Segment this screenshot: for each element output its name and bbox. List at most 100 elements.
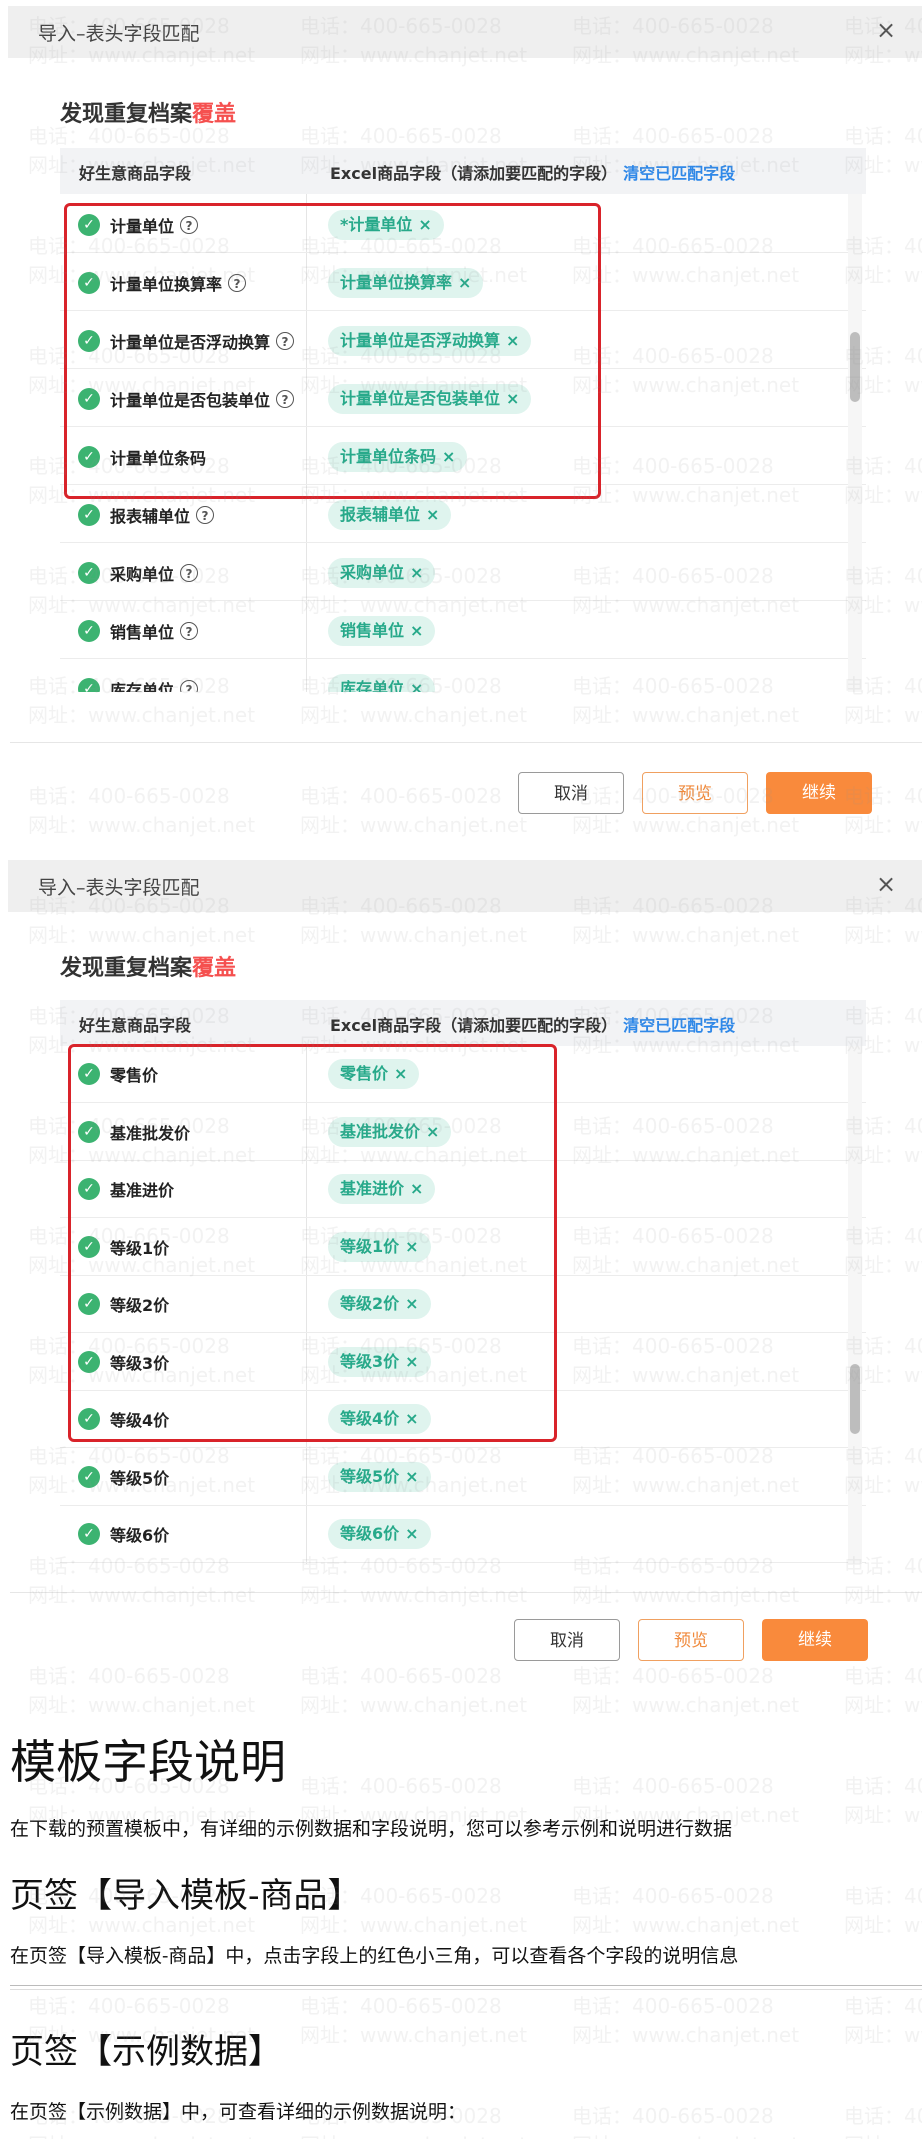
field-cell: ✓ 等级5价	[78, 1465, 169, 1489]
watermark-site: 网址：www.chanjet.net	[844, 2023, 922, 2047]
column-header-system-field: 好生意商品字段	[79, 1016, 192, 1035]
watermark-text: 电话：400-665-0028 网址：www.chanjet.net	[572, 1992, 799, 2050]
import-dialog-units: 导入–表头字段匹配 × 发现重复档案覆盖 好生意商品字段 Excel商品字段（请…	[0, 0, 922, 814]
doc-paragraph-sample: 在页签【示例数据】中，可查看详细的示例数据说明：	[10, 2101, 467, 2123]
check-circle-icon: ✓	[78, 562, 100, 584]
cancel-button[interactable]: 取消	[518, 772, 624, 814]
matched-field-tag: 等级5价 ×	[328, 1461, 431, 1492]
watermark-phone: 电话：400-665-0028	[844, 1774, 922, 1798]
preview-button[interactable]: 预览	[638, 1619, 744, 1661]
help-icon[interactable]: ?	[180, 680, 199, 692]
remove-tag-icon[interactable]: ×	[426, 505, 439, 524]
scrollbar[interactable]	[848, 194, 862, 692]
check-circle-icon: ✓	[78, 504, 100, 526]
doc-subheading-template: 页签【导入模板-商品】	[10, 1876, 362, 1916]
matched-field-tag: 销售单位 ×	[328, 616, 436, 646]
table-header: 好生意商品字段 Excel商品字段（请添加要匹配的字段） 清空已匹配字段	[60, 1000, 866, 1046]
scrollbar[interactable]	[848, 1046, 862, 1564]
column-header-excel-label: Excel商品字段（请添加要匹配的字段）	[330, 1016, 618, 1035]
watermark-site: 网址：www.chanjet.net	[300, 1693, 528, 1717]
watermark-text: 电话：400-665-0028 网址：www.chanjet.net	[844, 1882, 922, 1940]
doc-heading: 模板字段说明	[10, 1735, 286, 1789]
scrollbar-thumb[interactable]	[850, 332, 860, 402]
clear-matched-link[interactable]: 清空已匹配字段	[623, 164, 735, 183]
table-row: ✓ 等级5价 等级5价 ×	[60, 1449, 866, 1506]
watermark-phone: 电话：400-665-0028	[300, 1774, 502, 1798]
watermark-site: 网址：www.chanjet.net	[28, 1693, 256, 1717]
column-header-system-field: 好生意商品字段	[79, 164, 192, 183]
watermark-site: 网址：www.chanjet.net	[572, 1693, 800, 1717]
continue-button[interactable]: 继续	[762, 1619, 868, 1661]
watermark-phone: 电话：400-665-0028	[28, 784, 230, 808]
check-circle-icon: ✓	[78, 1465, 100, 1488]
table-row: ✓ 销售单位? 销售单位 ×	[60, 604, 866, 659]
dialog-subtitle: 发现重复档案覆盖	[60, 950, 236, 982]
watermark-site: 网址：www.chanjet.net	[572, 1913, 800, 1937]
highlight-box	[64, 203, 601, 499]
import-dialog-prices: 导入–表头字段匹配 × 发现重复档案覆盖 好生意商品字段 Excel商品字段（请…	[0, 860, 922, 1690]
watermark-phone: 电话：400-665-0028	[572, 2104, 774, 2128]
table-row: ✓ 库存单位? 库存单位 ×	[60, 662, 866, 692]
table-row: ✓ 等级6价 等级6价 ×	[60, 1506, 866, 1563]
close-icon[interactable]: ×	[872, 870, 900, 898]
watermark-text: 电话：400-665-0028 网址：www.chanjet.net	[844, 2102, 922, 2139]
highlight-box	[68, 1044, 557, 1442]
help-icon[interactable]: ?	[180, 564, 199, 582]
field-cell: ✓ 等级6价	[78, 1522, 169, 1546]
clear-matched-link[interactable]: 清空已匹配字段	[623, 1016, 735, 1035]
subtitle-highlight: 覆盖	[192, 956, 237, 981]
matched-field-tag: 等级6价 ×	[328, 1519, 431, 1549]
dialog-title: 导入–表头字段匹配	[38, 23, 200, 45]
watermark-site: 网址：www.chanjet.net	[844, 1693, 922, 1717]
watermark-site: 网址：www.chanjet.net	[844, 1913, 922, 1937]
close-icon[interactable]: ×	[872, 16, 900, 44]
subtitle-text: 发现重复档案	[60, 956, 193, 981]
dialog-title: 导入–表头字段匹配	[38, 877, 200, 899]
help-icon[interactable]: ?	[180, 622, 199, 640]
remove-tag-icon[interactable]: ×	[410, 621, 423, 640]
watermark-site: 网址：www.chanjet.net	[844, 1803, 922, 1827]
subtitle-text: 发现重复档案	[60, 102, 193, 127]
tag-label: 销售单位	[340, 621, 405, 640]
watermark-site: 网址：www.chanjet.net	[572, 2131, 799, 2139]
dialog-header: 导入–表头字段匹配 ×	[8, 860, 922, 912]
watermark-site: 网址：www.chanjet.net	[300, 2131, 527, 2139]
field-cell: ✓ 报表辅单位?	[78, 503, 215, 527]
field-cell: ✓ 库存单位?	[78, 677, 199, 692]
watermark-site: 网址：www.chanjet.net	[300, 2023, 528, 2047]
remove-tag-icon[interactable]: ×	[410, 563, 423, 582]
watermark-phone: 电话：400-665-0028	[572, 1994, 774, 2018]
watermark-phone: 电话：400-665-0028	[572, 1884, 774, 1908]
watermark-site: 网址：www.chanjet.net	[28, 813, 256, 837]
watermark-site: 网址：www.chanjet.net	[28, 2131, 255, 2139]
check-circle-icon: ✓	[78, 678, 100, 692]
preview-button[interactable]: 预览	[642, 772, 748, 814]
table-row: ✓ 采购单位? 采购单位 ×	[60, 546, 866, 601]
continue-button[interactable]: 继续	[766, 772, 872, 814]
watermark-phone: 电话：400-665-0028	[844, 2104, 922, 2128]
cancel-button[interactable]: 取消	[514, 1619, 620, 1661]
tag-label: 采购单位	[340, 563, 405, 582]
watermark-text: 电话：400-665-0028 网址：www.chanjet.net	[572, 1882, 799, 1940]
watermark-phone: 电话：400-665-0028	[844, 1994, 922, 2018]
watermark-phone: 电话：400-665-0028	[844, 1884, 922, 1908]
remove-tag-icon[interactable]: ×	[405, 1467, 418, 1486]
help-icon[interactable]: ?	[196, 506, 215, 524]
field-name: 销售单位	[110, 623, 175, 642]
doc-subheading-sample: 页签【示例数据】	[10, 2032, 282, 2072]
watermark-site: 网址：www.chanjet.net	[844, 2131, 922, 2139]
watermark-site: 网址：www.chanjet.net	[844, 813, 922, 837]
subtitle-highlight: 覆盖	[192, 102, 237, 127]
matched-field-tag: 报表辅单位 ×	[328, 500, 452, 530]
remove-tag-icon[interactable]: ×	[405, 1524, 418, 1543]
doc-paragraph-template: 在页签【导入模板-商品】中，点击字段上的红色小三角，可以查看各个字段的说明信息	[10, 1945, 739, 1967]
remove-tag-icon[interactable]: ×	[410, 679, 423, 692]
tag-label: 报表辅单位	[340, 505, 421, 524]
watermark-phone: 电话：400-665-0028	[300, 1994, 502, 2018]
watermark-site: 网址：www.chanjet.net	[572, 813, 800, 837]
scrollbar-thumb[interactable]	[850, 1364, 860, 1434]
watermark-site: 网址：www.chanjet.net	[300, 813, 528, 837]
watermark-text: 电话：400-665-0028 网址：www.chanjet.net	[572, 2102, 799, 2139]
field-cell: ✓ 采购单位?	[78, 561, 199, 585]
field-name: 报表辅单位	[110, 507, 191, 526]
